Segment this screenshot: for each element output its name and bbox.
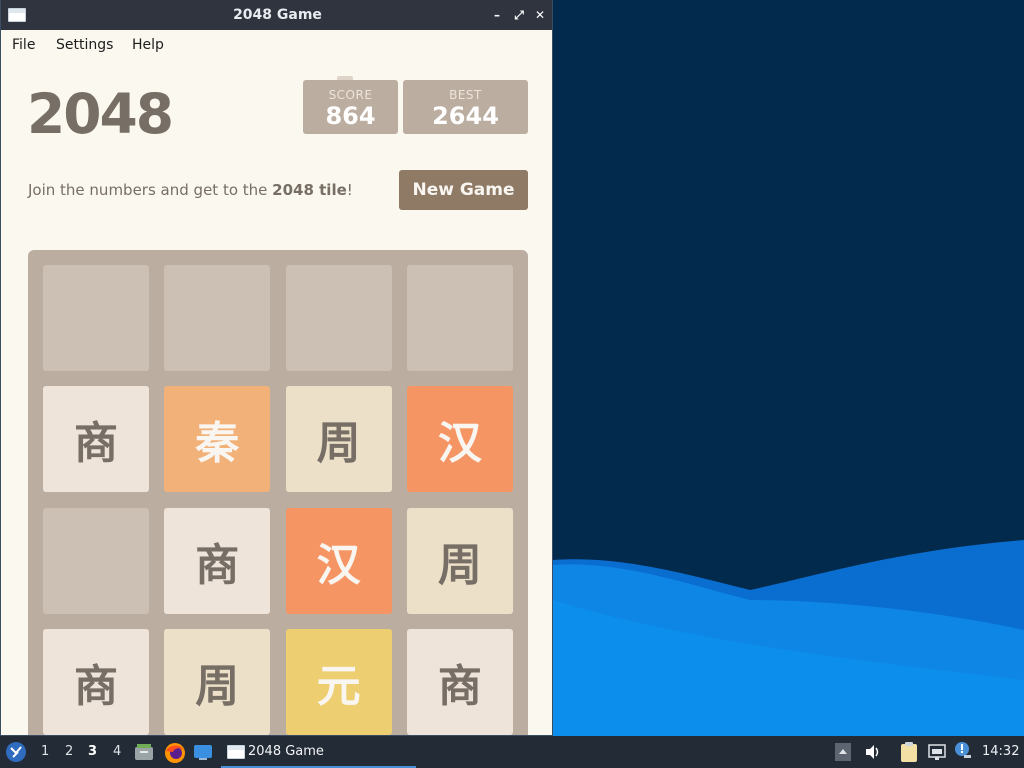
- board-cell: [43, 265, 149, 371]
- window-title: 2048 Game: [233, 7, 322, 23]
- intro-suffix: !: [346, 181, 353, 199]
- board-tile: 汉: [406, 386, 513, 493]
- score-value: 864: [325, 102, 376, 130]
- close-icon[interactable]: ✕: [532, 7, 548, 23]
- firefox-icon[interactable]: [164, 742, 186, 768]
- best-value: 2644: [432, 102, 499, 130]
- board-cell: [285, 265, 392, 371]
- notification-icon[interactable]: [954, 741, 972, 765]
- board-tile: 商: [164, 507, 271, 614]
- board-tile: 周: [406, 507, 513, 614]
- best-box: BEST 2644: [403, 80, 528, 134]
- volume-icon[interactable]: [864, 743, 882, 765]
- board-tile: 汉: [285, 507, 392, 614]
- best-label: BEST: [449, 88, 482, 102]
- board-tile: 元: [285, 628, 392, 735]
- intro-bold: 2048 tile: [272, 181, 347, 199]
- score-box: SCORE 864: [303, 80, 398, 134]
- board-tile: 商: [406, 628, 513, 735]
- board-tile: 周: [285, 386, 392, 493]
- tray-up-arrow-icon[interactable]: [835, 743, 851, 765]
- clock[interactable]: 14:32: [982, 744, 1019, 759]
- workspace-2[interactable]: 2: [65, 744, 73, 759]
- task-label: 2048 Game: [248, 744, 324, 759]
- taskbar: 1 2 3 4 2048 Game 14:32: [0, 736, 1024, 768]
- menu-help[interactable]: Help: [132, 37, 164, 53]
- taskbar-item-2048[interactable]: 2048 Game: [221, 736, 416, 768]
- desktop-icon[interactable]: [193, 742, 213, 766]
- minimize-icon[interactable]: –: [489, 7, 505, 23]
- workspace-1[interactable]: 1: [41, 744, 49, 759]
- board-tile: 秦: [164, 386, 271, 493]
- task-window-icon: [227, 745, 245, 759]
- score-label: SCORE: [328, 88, 373, 102]
- board-cell: [164, 265, 271, 371]
- menu-bar: File Settings Help: [1, 30, 552, 60]
- maximize-icon[interactable]: ⤢: [511, 7, 527, 23]
- menu-settings[interactable]: Settings: [56, 37, 113, 53]
- game-window: 2048 Game – ⤢ ✕ File Settings Help 2048 …: [0, 0, 553, 736]
- intro-prefix: Join the numbers and get to the: [28, 181, 273, 199]
- board-tile: 周: [164, 628, 271, 735]
- menu-file[interactable]: File: [12, 37, 35, 53]
- workspace-4[interactable]: 4: [113, 744, 121, 759]
- game-board[interactable]: 商秦周汉商汉周商周元商: [28, 250, 528, 735]
- new-game-button[interactable]: New Game: [399, 170, 528, 210]
- board-cell: [43, 507, 149, 614]
- workspace-3[interactable]: 3: [88, 744, 97, 759]
- board-tile: 商: [43, 386, 149, 493]
- board-cell: [406, 265, 513, 371]
- file-manager-icon[interactable]: [134, 742, 154, 766]
- start-menu-icon[interactable]: [5, 741, 27, 767]
- window-titlebar[interactable]: 2048 Game – ⤢ ✕: [1, 0, 552, 30]
- game-title: 2048: [27, 82, 174, 146]
- clipboard-icon[interactable]: [900, 741, 918, 767]
- board-tile: 商: [43, 628, 149, 735]
- game-intro: Join the numbers and get to the 2048 til…: [28, 181, 353, 199]
- network-icon[interactable]: [928, 743, 946, 765]
